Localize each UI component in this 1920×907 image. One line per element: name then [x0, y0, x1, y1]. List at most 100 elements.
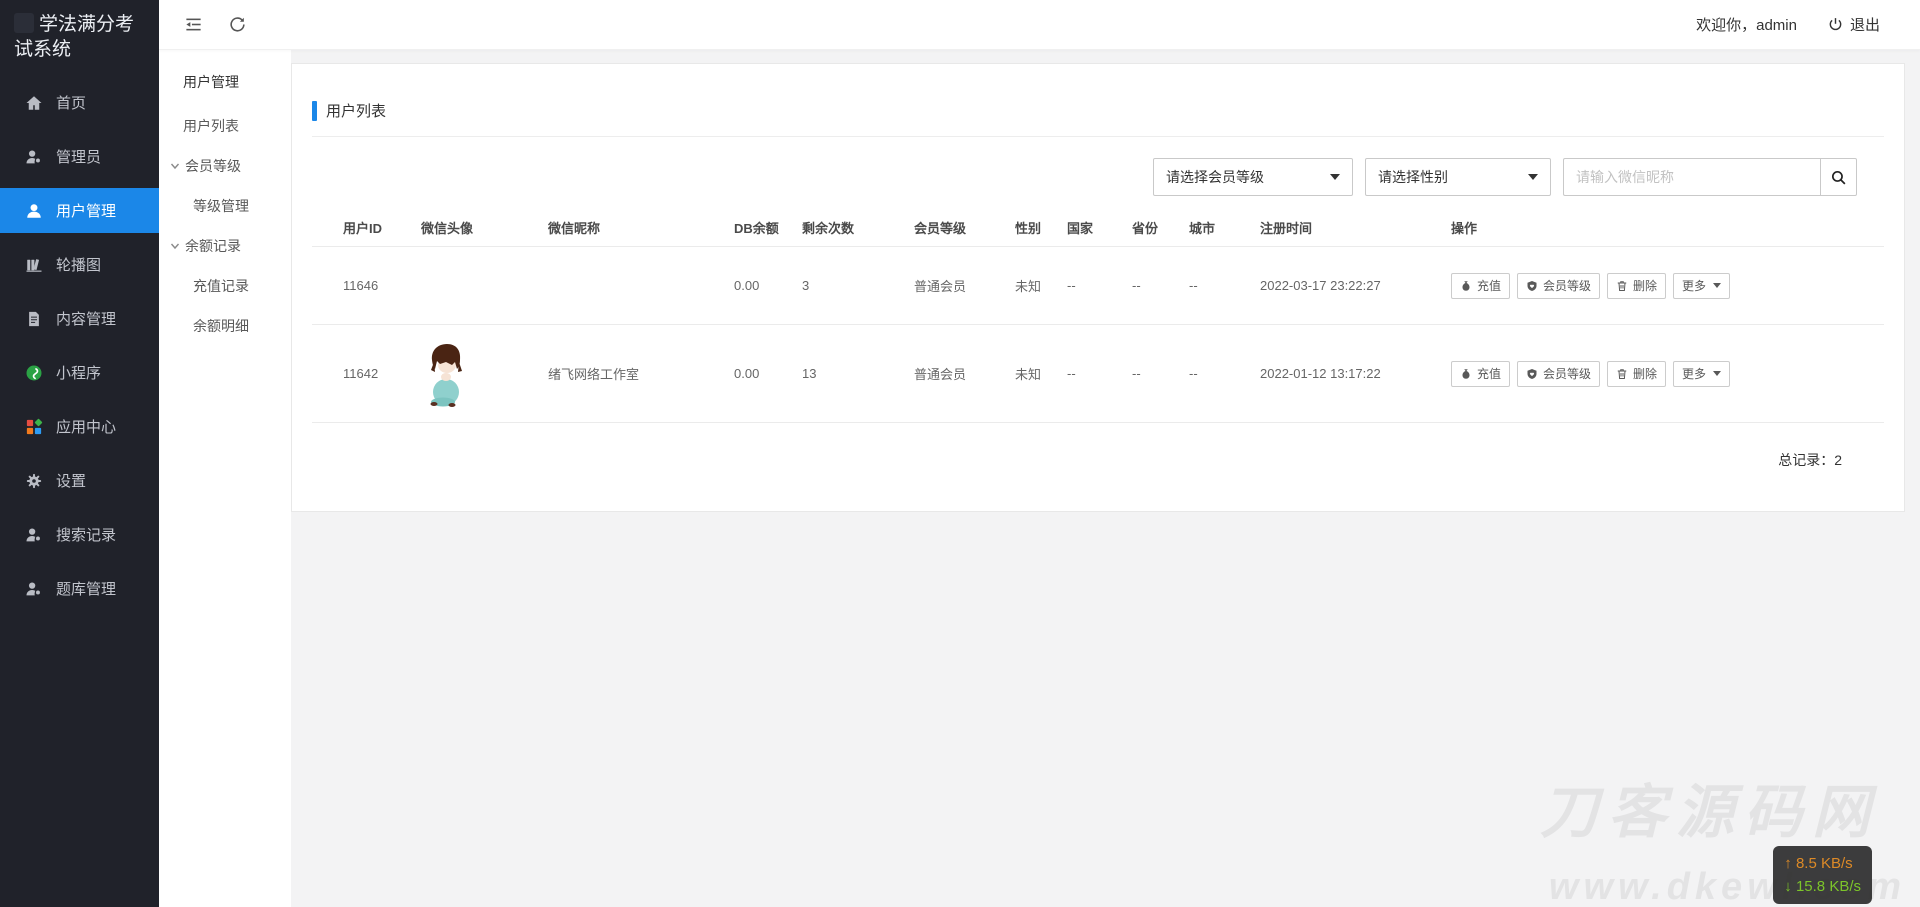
- submenu-item-level-management[interactable]: 等级管理: [159, 186, 291, 226]
- carousel-icon: [25, 256, 43, 274]
- page-title: 用户列表: [326, 103, 387, 120]
- cell-user-id: 11642: [343, 366, 379, 381]
- more-button[interactable]: 更多: [1673, 360, 1731, 387]
- money-bag-icon: [1460, 280, 1472, 292]
- sidebar-item-label: 小程序: [56, 365, 102, 382]
- sidebar-item-home[interactable]: 首页: [0, 80, 159, 125]
- sidebar-item-label: 用户管理: [56, 203, 117, 220]
- cell-province: --: [1132, 278, 1141, 293]
- sidebar-item-content[interactable]: 内容管理: [0, 296, 159, 341]
- nickname-search-input[interactable]: [1563, 158, 1820, 196]
- primary-sidebar: 学法满分考试系统 首页 管理员 用户管理 轮播图 内容管理 小程序 应用中心 设…: [0, 0, 159, 907]
- col-header-nickname: 微信昵称: [548, 221, 601, 236]
- sidebar-item-label: 轮播图: [56, 257, 102, 274]
- member-level-select[interactable]: 请选择会员等级: [1153, 158, 1353, 196]
- submenu-item-user-list[interactable]: 用户列表: [159, 106, 291, 146]
- cell-city: --: [1189, 366, 1198, 381]
- cell-user-id: 11646: [343, 278, 379, 293]
- cell-remaining: 13: [802, 366, 817, 381]
- col-header-avatar: 微信头像: [421, 221, 474, 236]
- delete-button[interactable]: 删除: [1607, 272, 1667, 299]
- cell-gender: 未知: [1015, 367, 1042, 382]
- search-icon: [1830, 169, 1847, 186]
- cell-registered: 2022-01-12 13:17:22: [1260, 366, 1381, 381]
- more-label: 更多: [1682, 279, 1707, 293]
- delete-label: 删除: [1633, 279, 1658, 293]
- sidebar-item-miniprogram[interactable]: 小程序: [0, 350, 159, 395]
- home-icon: [25, 94, 43, 112]
- member-level-label: 会员等级: [1543, 279, 1592, 293]
- more-label: 更多: [1682, 367, 1707, 381]
- submenu-item-label: 充值记录: [193, 278, 249, 294]
- submenu-item-label: 等级管理: [193, 198, 249, 214]
- col-header-city: 城市: [1189, 221, 1216, 236]
- sidebar-item-search-records[interactable]: 搜索记录: [0, 512, 159, 557]
- submenu-item-label: 用户列表: [183, 118, 239, 134]
- col-header-actions: 操作: [1451, 221, 1478, 236]
- submenu-group-member-level[interactable]: 会员等级: [159, 146, 291, 186]
- miniprogram-icon: [25, 364, 43, 382]
- caret-down-icon: [1528, 174, 1538, 180]
- sidebar-item-label: 设置: [56, 473, 87, 490]
- more-button[interactable]: 更多: [1673, 272, 1731, 299]
- table-header-row: 用户ID 微信头像 微信昵称 DB余额 剩余次数 会员等级 性别 国家 省份 城…: [312, 209, 1884, 247]
- app-center-icon: [25, 418, 43, 436]
- table-row: 11646 0.00 3 普通会员 未知 -- -- -- 2022-03-17…: [312, 247, 1884, 325]
- gender-select[interactable]: 请选择性别: [1365, 158, 1551, 196]
- trash-icon: [1616, 368, 1628, 380]
- col-header-registered: 注册时间: [1260, 221, 1313, 236]
- caret-down-icon: [1713, 371, 1722, 376]
- recharge-label: 充值: [1477, 279, 1502, 293]
- cell-level: 普通会员: [914, 367, 967, 382]
- recharge-button[interactable]: 充值: [1451, 272, 1511, 299]
- cell-balance: 0.00: [734, 366, 760, 381]
- sidebar-item-label: 内容管理: [56, 311, 117, 328]
- cell-balance: 0.00: [734, 278, 760, 293]
- main-content: 用户列表 请选择会员等级 请选择性别 用户ID 微信头像 微: [291, 50, 1920, 907]
- question-bank-icon: [25, 580, 43, 598]
- sidebar-item-admins[interactable]: 管理员: [0, 134, 159, 179]
- submenu-item-label: 余额记录: [185, 238, 241, 254]
- recharge-button[interactable]: 充值: [1451, 360, 1511, 387]
- member-level-button[interactable]: 会员等级: [1517, 360, 1601, 387]
- submenu-item-label: 会员等级: [185, 158, 241, 174]
- col-header-level: 会员等级: [914, 221, 967, 236]
- search-button[interactable]: [1820, 158, 1857, 196]
- delete-label: 删除: [1633, 367, 1658, 381]
- sidebar-item-question-bank[interactable]: 题库管理: [0, 566, 159, 611]
- sidebar-item-carousel[interactable]: 轮播图: [0, 242, 159, 287]
- submenu-group-balance-records[interactable]: 余额记录: [159, 226, 291, 266]
- level-badge-icon: [1526, 368, 1538, 380]
- submenu-item-balance-detail[interactable]: 余额明细: [159, 306, 291, 346]
- app-logo: 学法满分考试系统: [0, 0, 159, 62]
- sidebar-item-settings[interactable]: 设置: [0, 458, 159, 503]
- refresh-icon[interactable]: [227, 15, 247, 35]
- arrow-up-icon: ↑: [1784, 855, 1792, 872]
- collapse-menu-icon[interactable]: [183, 15, 203, 35]
- cell-nickname: 绪飞网络工作室: [548, 367, 640, 382]
- filter-bar: 请选择会员等级 请选择性别: [292, 158, 1857, 196]
- sidebar-item-app-center[interactable]: 应用中心: [0, 404, 159, 449]
- table-row: 11642 绪飞网络工作室 0.00 13 普通会员 未知 -- -- -- 2…: [312, 325, 1884, 423]
- delete-button[interactable]: 删除: [1607, 360, 1667, 387]
- welcome-text: 欢迎你，admin: [1696, 17, 1797, 34]
- member-level-button[interactable]: 会员等级: [1517, 272, 1601, 299]
- member-level-label: 会员等级: [1543, 367, 1592, 381]
- download-speed: ↓ 15.8 KB/s: [1784, 878, 1861, 895]
- power-icon: [1827, 16, 1844, 33]
- sidebar-item-label: 题库管理: [56, 581, 117, 598]
- submenu-item-recharge-records[interactable]: 充值记录: [159, 266, 291, 306]
- member-level-select-value: 请选择会员等级: [1166, 169, 1264, 185]
- sidebar-item-label: 首页: [56, 95, 87, 112]
- trash-icon: [1616, 280, 1628, 292]
- logout-button[interactable]: 退出: [1827, 14, 1880, 35]
- content-doc-icon: [25, 310, 43, 328]
- secondary-sidebar: 用户管理 用户列表 会员等级 等级管理 余额记录 充值记录 余额明细: [159, 50, 291, 907]
- sidebar-item-label: 搜索记录: [56, 527, 117, 544]
- money-bag-icon: [1460, 368, 1472, 380]
- sidebar-item-label: 管理员: [56, 149, 102, 166]
- sidebar-item-user-management[interactable]: 用户管理: [0, 188, 159, 233]
- level-badge-icon: [1526, 280, 1538, 292]
- user-table: 用户ID 微信头像 微信昵称 DB余额 剩余次数 会员等级 性别 国家 省份 城…: [312, 209, 1884, 423]
- chevron-down-icon: [170, 161, 180, 171]
